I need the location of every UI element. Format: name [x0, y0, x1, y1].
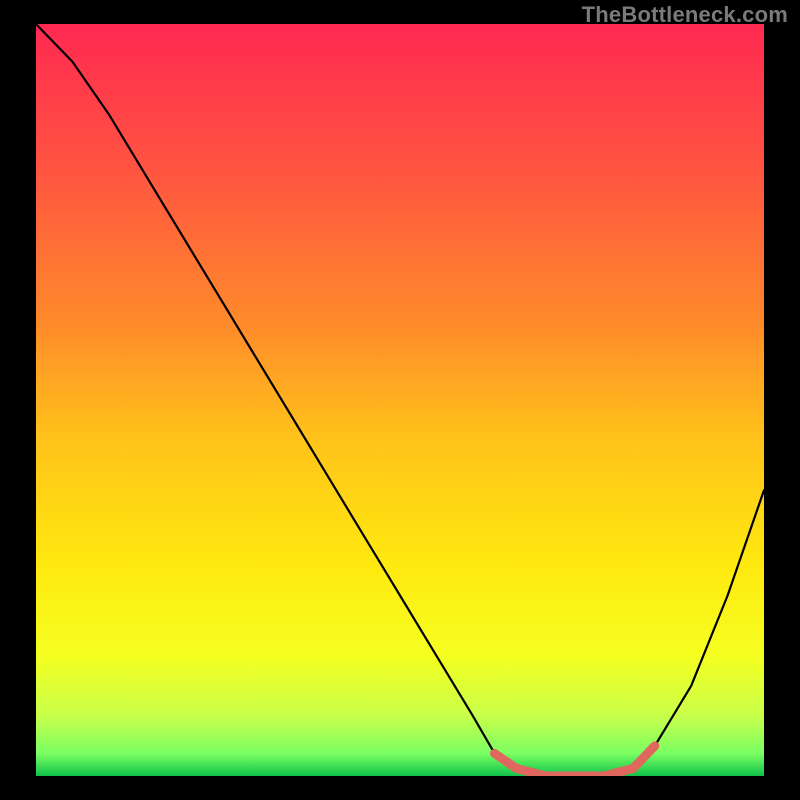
chart-svg [36, 24, 764, 776]
watermark-text: TheBottleneck.com [582, 2, 788, 28]
gradient-background [36, 24, 764, 776]
chart-frame: TheBottleneck.com [0, 0, 800, 800]
plot-area [36, 24, 764, 776]
